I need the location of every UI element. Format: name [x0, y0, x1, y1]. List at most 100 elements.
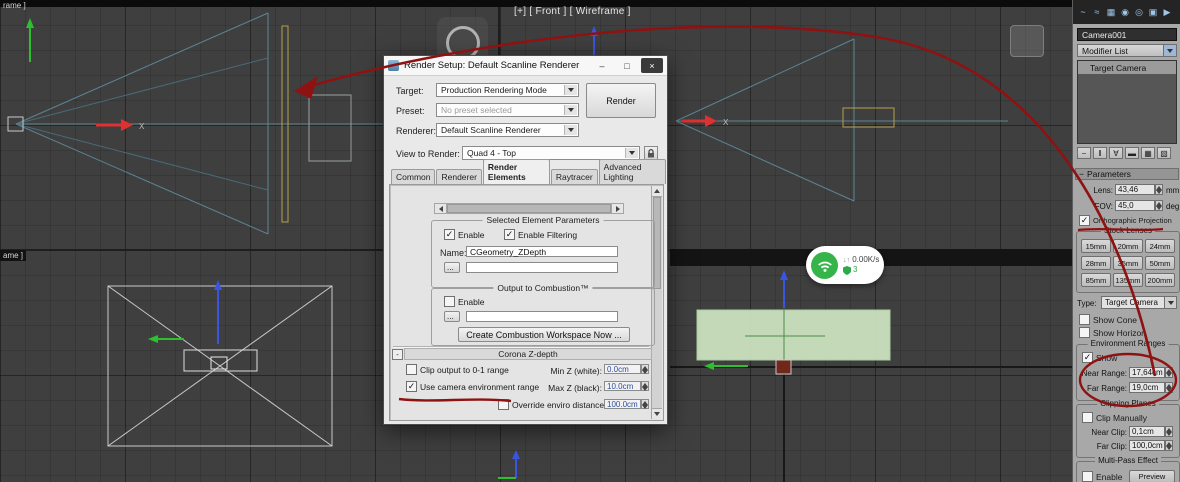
near-range-field[interactable]: 17,64cm [1129, 367, 1165, 378]
fov-spinner[interactable] [1155, 200, 1163, 211]
tab-content-area: Selected Element Parameters Enable Enabl… [389, 184, 664, 421]
target-label: Target: [396, 86, 424, 96]
stack-item-target-camera[interactable]: Target Camera [1078, 61, 1176, 74]
viewport-label-partial-top: rame ] [3, 1, 26, 10]
type-label: Type: [1077, 299, 1097, 308]
fov-label: FOV: [1094, 202, 1113, 211]
show-env-ranges-checkbox[interactable]: Show [1082, 352, 1117, 363]
tab-raytracer[interactable]: Raytracer [550, 169, 598, 184]
preset-dropdown[interactable]: No preset selected [436, 103, 579, 117]
view-to-render-dropdown[interactable]: Quad 4 - Top [462, 146, 640, 160]
override-enviro-spinner[interactable] [641, 399, 649, 409]
lens-85mm-button[interactable]: 85mm [1081, 273, 1111, 287]
lens-135mm-button[interactable]: 135mm [1113, 273, 1143, 287]
show-cone-checkbox[interactable]: Show Cone [1079, 314, 1137, 325]
element-name-field[interactable]: CGeometry_ZDepth [466, 246, 618, 257]
render-button[interactable]: Render [586, 83, 656, 118]
near-range-spinner[interactable] [1165, 367, 1173, 378]
dialog-title-bar[interactable]: Render Setup: Default Scanline Renderer … [384, 56, 667, 76]
lens-15mm-button[interactable]: 15mm [1081, 239, 1111, 253]
near-clip-label: Near Clip: [1091, 428, 1127, 437]
snaps-icon[interactable]: ~ [1076, 5, 1090, 20]
lens-50mm-button[interactable]: 50mm [1145, 256, 1175, 270]
tab-advanced-lighting[interactable]: Advanced Lighting [598, 159, 666, 184]
multipass-enable-checkbox[interactable]: Enable [1082, 471, 1122, 482]
max-z-field[interactable]: 10.0cm [604, 381, 641, 391]
pin-stack-icon[interactable]: − [1077, 147, 1091, 159]
override-enviro-field[interactable]: 100.0cm [604, 399, 641, 409]
create-combustion-workspace-button[interactable]: Create Combustion Workspace Now ... [458, 327, 630, 342]
stack-options-icon[interactable]: ▧ [1157, 147, 1171, 159]
axis-x-label: X [723, 118, 729, 127]
override-enviro-distance-checkbox[interactable]: Override enviro distance: [498, 399, 607, 411]
modifier-list-dropdown[interactable]: Modifier List [1077, 44, 1177, 57]
combustion-path-field[interactable] [466, 311, 618, 322]
renderer-dropdown[interactable]: Default Scanline Renderer [436, 123, 579, 137]
lens-field[interactable]: 43,46 [1115, 184, 1155, 195]
element-path-field[interactable] [466, 262, 618, 273]
chevron-down-icon [625, 148, 638, 158]
lens-200mm-button[interactable]: 200mm [1145, 273, 1175, 287]
near-clip-field[interactable]: 0,1cm [1129, 426, 1165, 437]
minimize-button[interactable]: – [591, 58, 613, 73]
curve-editor-icon[interactable]: ≈ [1090, 5, 1104, 20]
rendered-frame-icon[interactable]: ▣ [1146, 5, 1160, 20]
render-production-icon[interactable]: ▶ [1160, 5, 1174, 20]
divider [393, 346, 649, 347]
tab-render-elements[interactable]: Render Elements [482, 159, 550, 185]
render-setup-dialog: Render Setup: Default Scanline Renderer … [383, 55, 668, 425]
checkbox-icon [1082, 471, 1093, 482]
lens-28mm-button[interactable]: 28mm [1081, 256, 1111, 270]
target-dropdown[interactable]: Production Rendering Mode [436, 83, 579, 97]
remove-modifier-icon[interactable]: ▬ [1125, 147, 1139, 159]
orthographic-projection-checkbox[interactable]: Orthographic Projection [1079, 215, 1172, 226]
check-icon [504, 229, 515, 241]
show-horizon-checkbox[interactable]: Show Horizon [1079, 327, 1146, 338]
show-end-result-icon[interactable]: ‖ [1093, 147, 1107, 159]
net-speed-overlay[interactable]: ↓↑ 0.00K/s 3 [806, 246, 884, 284]
close-button[interactable]: × [641, 58, 663, 73]
viewport-label-partial-mid: ame ] [0, 250, 27, 261]
lens-35mm-button[interactable]: 35mm [1113, 256, 1143, 270]
combustion-enable-checkbox[interactable]: Enable [444, 296, 484, 308]
browse-button[interactable]: ... [444, 262, 460, 273]
min-z-spinner[interactable] [641, 364, 649, 374]
fov-field[interactable]: 45,0 [1115, 200, 1155, 211]
combustion-browse-button[interactable]: ... [444, 311, 460, 322]
object-name-field[interactable]: Camera001 [1077, 28, 1177, 41]
multipass-preview-button[interactable]: Preview [1129, 470, 1175, 482]
viewport-label-front[interactable]: [+] [ Front ] [ Wireframe ] [514, 6, 631, 17]
far-range-field[interactable]: 19,0cm [1129, 382, 1165, 393]
schematic-view-icon[interactable]: ▦ [1104, 5, 1118, 20]
clip-output-checkbox[interactable]: Clip output to 0-1 range [406, 364, 509, 376]
use-camera-environment-range-checkbox[interactable]: Use camera environment range [406, 381, 539, 393]
make-unique-icon[interactable]: ∀ [1109, 147, 1123, 159]
near-clip-spinner[interactable] [1165, 426, 1173, 437]
lock-view-button[interactable] [644, 146, 658, 160]
configure-modifier-sets-icon[interactable]: ▦ [1141, 147, 1155, 159]
rollout-collapse-button[interactable]: - [392, 349, 403, 360]
tab-common[interactable]: Common [391, 169, 436, 184]
clip-manually-checkbox[interactable]: Clip Manually [1082, 412, 1147, 423]
render-setup-icon[interactable]: ◎ [1132, 5, 1146, 20]
material-editor-icon[interactable]: ◉ [1118, 5, 1132, 20]
tab-renderer[interactable]: Renderer [436, 169, 482, 184]
corona-zdepth-rollout-header[interactable]: Corona Z-depth [404, 348, 652, 360]
far-clip-spinner[interactable] [1165, 440, 1173, 451]
far-range-spinner[interactable] [1165, 382, 1173, 393]
modifier-stack-list[interactable]: Target Camera [1077, 60, 1177, 144]
maximize-button[interactable]: □ [616, 58, 638, 73]
environment-ranges-group: Environment Ranges Show Near Range: 17,6… [1076, 339, 1180, 401]
lens-spinner[interactable] [1155, 184, 1163, 195]
enable-checkbox[interactable]: Enable [444, 229, 484, 241]
parameters-rollout-header[interactable]: − Parameters [1075, 168, 1179, 180]
lens-20mm-button[interactable]: 20mm [1113, 239, 1143, 253]
chevron-down-icon [1164, 297, 1176, 308]
camera-type-dropdown[interactable]: Target Camera [1101, 296, 1177, 309]
horizontal-scrollbar[interactable] [434, 203, 624, 214]
far-clip-field[interactable]: 100,0cm [1129, 440, 1165, 451]
lens-24mm-button[interactable]: 24mm [1145, 239, 1175, 253]
enable-filtering-checkbox[interactable]: Enable Filtering [504, 229, 577, 241]
max-z-spinner[interactable] [641, 381, 649, 391]
min-z-field[interactable]: 0.0cm [604, 364, 641, 374]
